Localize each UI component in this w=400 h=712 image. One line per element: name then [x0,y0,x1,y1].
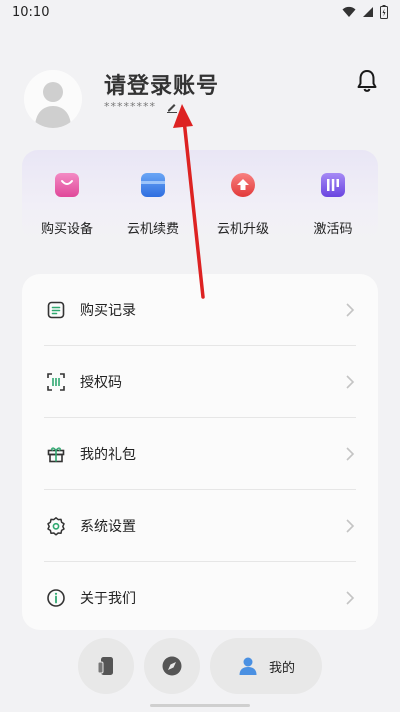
menu-card: 购买记录 授权码 我的礼包 系统设置 关于我们 [22,274,378,630]
quick-actions-card: 购买设备 云机续费 云机升级 激活码 [22,150,378,242]
bell-icon[interactable] [354,68,380,94]
quick-action-label: 激活码 [313,222,353,237]
chevron-right-icon [346,519,355,533]
login-prompt[interactable]: 请登录账号 [104,68,219,100]
chevron-right-icon [346,591,355,605]
menu-item-my-gifts[interactable]: 我的礼包 [44,418,356,490]
menu-item-label: 我的礼包 [80,447,136,463]
upgrade-icon [231,173,255,197]
scan-icon [47,373,65,391]
menu-item-auth-code[interactable]: 授权码 [44,346,356,418]
compass-icon [162,656,182,676]
receipt-icon [47,301,65,319]
quick-action-upgrade[interactable]: 云机升级 [203,170,283,237]
nav-phone-button[interactable] [78,638,134,694]
password-mask: ******** [104,100,156,113]
status-bar: 10:10 [0,0,400,24]
edit-icon[interactable] [166,101,178,113]
wifi-icon [342,6,356,17]
menu-item-system-settings[interactable]: 系统设置 [44,490,356,562]
quick-action-label: 云机续费 [126,222,179,237]
code-icon [321,173,345,197]
shopping-bag-icon [55,173,79,197]
info-icon [47,589,65,607]
phone-icon [97,657,113,675]
quick-action-renew[interactable]: 云机续费 [113,170,193,237]
quick-action-activation-code[interactable]: 激活码 [293,170,373,237]
gear-icon [47,517,65,536]
menu-item-about-us[interactable]: 关于我们 [44,562,356,634]
battery-icon [380,5,388,19]
quick-action-label: 购买设备 [40,222,93,237]
nav-discover-button[interactable] [144,638,200,694]
status-icons [342,5,388,19]
signal-icon [363,7,373,17]
chevron-right-icon [346,447,355,461]
quick-action-label: 云机升级 [216,222,269,237]
menu-item-label: 购买记录 [80,303,136,319]
home-indicator [150,704,250,707]
avatar-icon [24,70,82,128]
chevron-right-icon [346,375,355,389]
card-icon [141,173,165,197]
nav-me-label: 我的 [268,660,295,676]
person-icon [239,657,257,675]
password-row: ******** [104,100,178,113]
menu-item-label: 关于我们 [80,591,136,607]
status-time: 10:10 [12,4,50,20]
menu-item-label: 系统设置 [80,519,136,535]
gift-icon [47,447,65,463]
quick-action-buy-device[interactable]: 购买设备 [27,170,107,237]
avatar[interactable] [24,70,82,128]
bottom-nav: 我的 [0,636,400,696]
menu-item-label: 授权码 [80,375,122,391]
profile-section: 请登录账号 ******** [0,56,400,136]
chevron-right-icon [346,303,355,317]
nav-me-button[interactable]: 我的 [210,638,322,694]
menu-item-purchase-history[interactable]: 购买记录 [44,274,356,346]
